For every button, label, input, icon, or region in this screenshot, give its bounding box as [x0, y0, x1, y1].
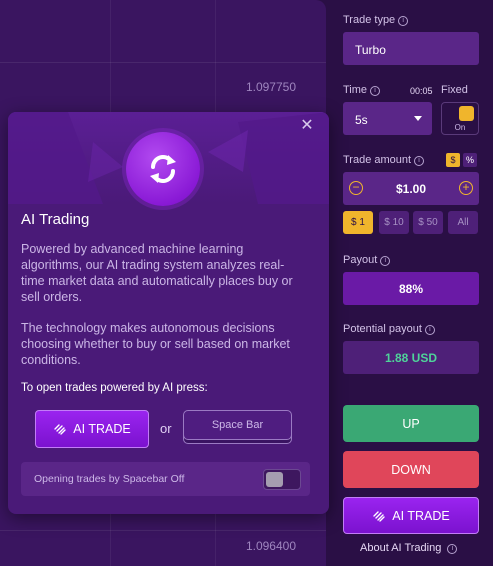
currency-dollar-toggle[interactable]: $ — [446, 153, 460, 167]
chart-gridline — [0, 530, 326, 531]
trade-amount-label: Trade amount i — [343, 154, 425, 166]
info-icon[interactable]: i — [398, 16, 409, 26]
modal-ai-trade-button[interactable]: AI TRADE — [35, 410, 149, 448]
ai-trade-button-label: AI TRADE — [392, 508, 450, 523]
toggle-knob — [459, 106, 474, 121]
quick-amount-1[interactable]: $ 1 — [343, 211, 373, 234]
trade-type-label: Trade type i — [343, 14, 409, 26]
trade-type-value: Turbo — [355, 43, 386, 57]
info-icon: i — [447, 544, 458, 554]
time-countdown: 00:05 — [410, 86, 433, 96]
down-button-label: DOWN — [391, 462, 431, 477]
price-axis-label-low: 1.096400 — [245, 539, 296, 553]
modal-description: Powered by advanced machine learning alg… — [21, 242, 293, 304]
quick-amount-50[interactable]: $ 50 — [413, 211, 443, 234]
fixed-label: Fixed — [441, 84, 468, 96]
potential-payout-box: 1.88 USD — [343, 341, 479, 374]
info-icon[interactable]: i — [414, 156, 425, 166]
ai-trading-modal: ✕ AI Trading Powered by advanced machine… — [8, 112, 329, 514]
potential-payout-value: 1.88 USD — [384, 351, 438, 365]
close-icon[interactable]: ✕ — [299, 118, 315, 134]
info-icon[interactable]: i — [424, 325, 435, 335]
trade-amount-field[interactable]: − $1.00 + — [343, 172, 479, 205]
spacebar-setting-label: Opening trades by Spacebar Off — [34, 473, 185, 485]
plus-icon[interactable]: + — [459, 181, 473, 195]
fixed-state-label: On — [454, 123, 466, 132]
modal-description-secondary: The technology makes autonomous decision… — [21, 321, 290, 367]
up-button[interactable]: UP — [343, 405, 479, 442]
payout-value-box: 88% — [343, 272, 479, 305]
about-ai-trading-link[interactable]: About AI Trading i — [360, 542, 458, 554]
toggle-knob — [266, 472, 283, 487]
price-axis-label-high: 1.097750 — [245, 80, 296, 94]
potential-payout-label: Potential payout i — [343, 323, 435, 335]
spacebar-key: Space Bar — [183, 410, 292, 440]
ai-trade-button[interactable]: AI TRADE — [343, 497, 479, 534]
down-button[interactable]: DOWN — [343, 451, 479, 488]
currency-percent-toggle[interactable]: % — [463, 153, 477, 167]
info-icon[interactable]: i — [370, 86, 381, 96]
fixed-toggle[interactable]: On — [441, 102, 479, 135]
chart-gridline — [0, 62, 326, 63]
time-select[interactable]: 5s — [343, 102, 432, 135]
modal-title: AI Trading — [21, 211, 90, 228]
or-label: or — [160, 421, 172, 436]
quick-amount-all[interactable]: All — [448, 211, 478, 234]
info-icon[interactable]: i — [380, 256, 391, 266]
chevron-down-icon — [414, 116, 422, 121]
time-label: Time i — [343, 84, 381, 96]
ai-refresh-icon — [126, 132, 200, 206]
up-button-label: UP — [402, 416, 420, 431]
spacebar-toggle[interactable] — [263, 469, 301, 490]
payout-label: Payout i — [343, 254, 391, 266]
ai-trade-icon — [54, 424, 66, 435]
quick-amount-10[interactable]: $ 10 — [379, 211, 409, 234]
ai-trade-icon — [373, 510, 385, 522]
spacebar-label: Space Bar — [211, 419, 264, 431]
trade-type-select[interactable]: Turbo — [343, 32, 479, 65]
ai-trade-label: AI TRADE — [73, 422, 131, 436]
time-value: 5s — [355, 113, 368, 127]
payout-value: 88% — [398, 282, 424, 296]
open-trades-hint: To open trades powered by AI press: — [21, 382, 208, 394]
spacebar-setting-row: Opening trades by Spacebar Off — [21, 462, 310, 496]
